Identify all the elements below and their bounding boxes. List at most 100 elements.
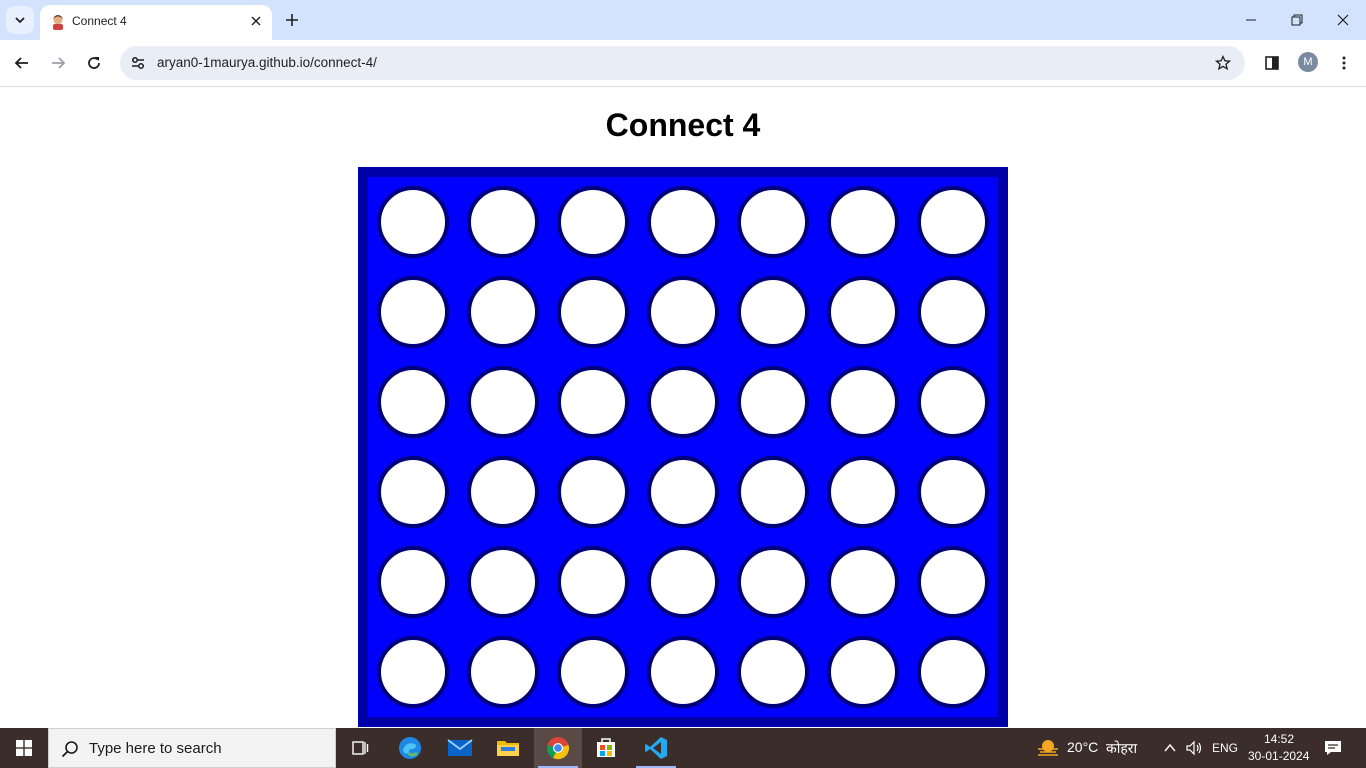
board-cell-r6-c5[interactable] — [737, 636, 809, 708]
board-cell-r6-c2[interactable] — [467, 636, 539, 708]
board-cell-r4-c1[interactable] — [377, 456, 449, 528]
clock-time[interactable]: 14:52 — [1264, 732, 1294, 746]
board-cell-r1-c6[interactable] — [827, 186, 899, 258]
board-cell-r1-c1[interactable] — [377, 186, 449, 258]
board-cell-r6-c7[interactable] — [917, 636, 989, 708]
plus-icon — [286, 14, 298, 26]
board-cell-r2-c2[interactable] — [467, 276, 539, 348]
windows-logo-icon — [16, 740, 32, 756]
browser-tab-strip: Connect 4 — [0, 0, 1366, 40]
notifications-icon[interactable] — [1324, 739, 1342, 757]
board-cell-r4-c3[interactable] — [557, 456, 629, 528]
board-cell-r2-c7[interactable] — [917, 276, 989, 348]
weather-description[interactable]: कोहरा — [1106, 739, 1137, 758]
minimize-icon — [1246, 19, 1256, 21]
taskbar-app-vscode[interactable] — [632, 728, 680, 768]
page-viewport: Connect 4 — [0, 87, 1366, 728]
clock-date[interactable]: 30-01-2024 — [1248, 749, 1309, 763]
reload-button[interactable] — [80, 49, 108, 77]
more-vertical-icon — [1342, 56, 1346, 70]
board-cell-r5-c7[interactable] — [917, 546, 989, 618]
board-cell-r3-c1[interactable] — [377, 366, 449, 438]
taskbar-app-edge[interactable] — [386, 728, 434, 768]
chrome-icon — [547, 737, 569, 760]
task-view-button[interactable] — [336, 728, 384, 768]
reload-icon — [88, 57, 100, 69]
board-cell-r5-c1[interactable] — [377, 546, 449, 618]
board-cell-r1-c4[interactable] — [647, 186, 719, 258]
minimize-button[interactable] — [1228, 0, 1274, 40]
restore-button[interactable] — [1274, 0, 1320, 40]
weather-temperature[interactable]: 20°C — [1067, 739, 1098, 755]
board-cell-r4-c7[interactable] — [917, 456, 989, 528]
board-cell-r6-c6[interactable] — [827, 636, 899, 708]
side-panel-icon — [1265, 56, 1279, 70]
start-button[interactable] — [0, 728, 48, 768]
taskbar-app-file-explorer[interactable] — [484, 728, 532, 768]
board-cell-r2-c3[interactable] — [557, 276, 629, 348]
favicon-icon — [53, 15, 63, 30]
board-cell-r3-c2[interactable] — [467, 366, 539, 438]
board-cell-r5-c5[interactable] — [737, 546, 809, 618]
board-cell-r6-c4[interactable] — [647, 636, 719, 708]
chevron-up-icon[interactable] — [1163, 742, 1177, 754]
restore-icon — [1291, 14, 1303, 26]
page-title: Connect 4 — [605, 107, 761, 143]
board-grid — [368, 177, 998, 717]
board-cell-r5-c3[interactable] — [557, 546, 629, 618]
task-view-icon — [352, 741, 369, 755]
taskbar-app-mail[interactable] — [436, 728, 484, 768]
board-cell-r5-c4[interactable] — [647, 546, 719, 618]
board-cell-r3-c5[interactable] — [737, 366, 809, 438]
board-cell-r2-c6[interactable] — [827, 276, 899, 348]
board-cell-r3-c7[interactable] — [917, 366, 989, 438]
close-window-button[interactable] — [1320, 0, 1366, 40]
board-cell-r1-c7[interactable] — [917, 186, 989, 258]
board-cell-r5-c2[interactable] — [467, 546, 539, 618]
windows-taskbar: Type here to search 20°C कोहरा ENG 14:52 — [0, 728, 1366, 768]
browser-tab-active[interactable]: Connect 4 — [40, 5, 272, 40]
taskbar-search-box[interactable]: Type here to search — [48, 728, 336, 768]
tab-search-button[interactable] — [6, 6, 34, 34]
mail-icon — [447, 739, 473, 756]
board-cell-r4-c5[interactable] — [737, 456, 809, 528]
folder-icon — [497, 741, 519, 756]
volume-icon[interactable] — [1185, 739, 1203, 757]
back-button[interactable] — [8, 49, 36, 77]
board-cell-r1-c2[interactable] — [467, 186, 539, 258]
game-board — [358, 167, 1008, 727]
taskbar-app-chrome[interactable] — [534, 728, 582, 768]
vscode-icon — [645, 737, 667, 759]
new-tab-button[interactable] — [280, 8, 304, 32]
board-cell-r4-c4[interactable] — [647, 456, 719, 528]
board-cell-r5-c6[interactable] — [827, 546, 899, 618]
tab-title: Connect 4 — [72, 14, 127, 28]
board-cell-r1-c3[interactable] — [557, 186, 629, 258]
address-bar[interactable]: aryan0-1maurya.github.io/connect-4/ — [120, 46, 1245, 80]
url-text[interactable]: aryan0-1maurya.github.io/connect-4/ — [157, 55, 377, 70]
board-cell-r2-c1[interactable] — [377, 276, 449, 348]
board-cell-r3-c4[interactable] — [647, 366, 719, 438]
language-indicator[interactable]: ENG — [1212, 741, 1238, 755]
star-icon — [1215, 55, 1231, 71]
side-panel-button[interactable] — [1258, 49, 1286, 77]
board-cell-r3-c6[interactable] — [827, 366, 899, 438]
taskbar-app-microsoft-store[interactable] — [582, 728, 630, 768]
board-cell-r2-c4[interactable] — [647, 276, 719, 348]
edge-icon — [399, 737, 421, 759]
bookmark-button[interactable] — [1213, 53, 1233, 73]
store-icon — [597, 738, 615, 757]
board-cell-r6-c3[interactable] — [557, 636, 629, 708]
search-icon — [61, 741, 78, 758]
board-cell-r3-c3[interactable] — [557, 366, 629, 438]
board-cell-r6-c1[interactable] — [377, 636, 449, 708]
site-info-button[interactable] — [128, 53, 148, 73]
forward-button[interactable] — [44, 49, 72, 77]
profile-avatar[interactable]: M — [1298, 52, 1318, 72]
board-cell-r1-c5[interactable] — [737, 186, 809, 258]
menu-button[interactable] — [1330, 49, 1358, 77]
board-cell-r4-c2[interactable] — [467, 456, 539, 528]
board-cell-r2-c5[interactable] — [737, 276, 809, 348]
board-cell-r4-c6[interactable] — [827, 456, 899, 528]
tab-close-button[interactable] — [248, 13, 264, 29]
